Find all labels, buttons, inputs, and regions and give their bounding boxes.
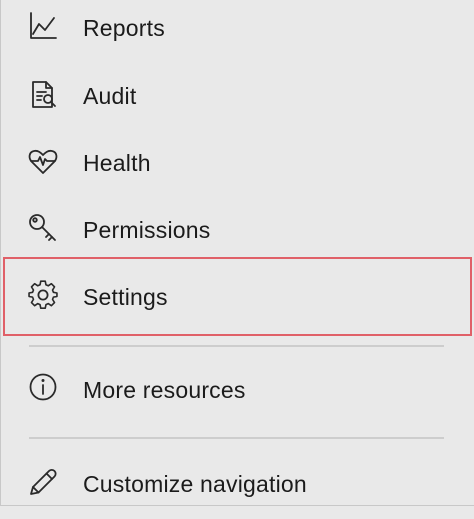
document-search-icon <box>27 79 59 111</box>
side-navigation: Reports Audit Health Permissions Setting… <box>0 0 474 506</box>
highlight-box <box>3 257 472 336</box>
nav-item-label: Reports <box>83 15 165 41</box>
nav-item-label: Audit <box>83 83 137 109</box>
nav-item-audit[interactable]: Audit <box>1 67 474 134</box>
nav-item-label: Customize navigation <box>83 471 307 497</box>
nav-item-health[interactable]: Health <box>1 134 474 201</box>
nav-item-more-resources[interactable]: More resources <box>1 357 474 424</box>
nav-item-reports[interactable]: Reports <box>1 0 474 67</box>
info-icon <box>27 371 59 403</box>
nav-item-label: Health <box>83 150 151 176</box>
nav-item-label: More resources <box>83 377 246 403</box>
heartbeat-icon <box>27 146 59 178</box>
line-chart-icon <box>27 10 59 42</box>
key-icon <box>27 212 59 244</box>
pencil-icon <box>27 466 59 498</box>
divider <box>29 437 444 439</box>
divider <box>29 345 444 347</box>
nav-item-label: Permissions <box>83 217 211 243</box>
nav-item-customize-navigation[interactable]: Customize navigation <box>1 452 474 519</box>
